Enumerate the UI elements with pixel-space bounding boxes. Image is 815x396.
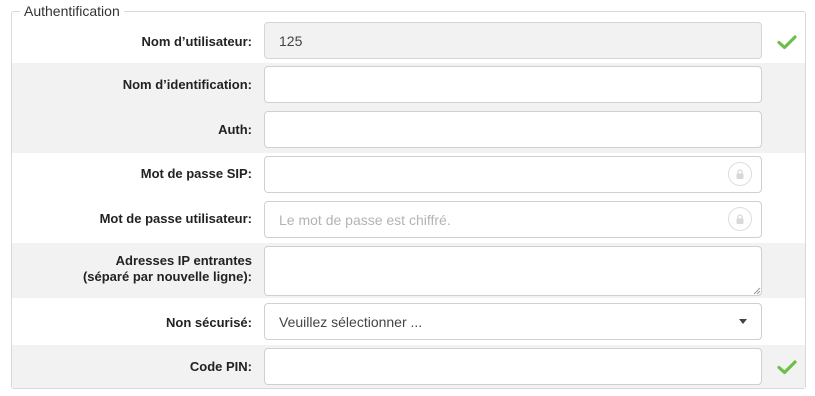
row-incoming-ips: Adresses IP entrantes (séparé par nouvel… (12, 243, 805, 298)
insecure-selected-value: Veuillez sélectionner ... (279, 313, 423, 330)
identification-name-label: Nom d’identification: (122, 77, 252, 92)
check-icon (777, 35, 797, 50)
incoming-ips-textarea[interactable] (264, 246, 762, 296)
auth-input[interactable] (264, 111, 762, 148)
incoming-ips-label-line1: Adresses IP entrantes (115, 253, 252, 268)
row-pin-code: Code PIN: (12, 345, 805, 388)
row-group-passwords: Mot de passe SIP: Mot de passe utilisate… (12, 153, 805, 243)
sip-password-input[interactable] (264, 156, 762, 193)
user-password-input[interactable] (264, 201, 762, 238)
incoming-ips-label-line2: (séparé par nouvelle ligne): (82, 269, 252, 284)
sip-password-label: Mot de passe SIP: (140, 166, 252, 181)
pin-code-input[interactable] (264, 348, 762, 385)
insecure-label: Non sécurisé: (166, 315, 252, 330)
user-password-label: Mot de passe utilisateur: (99, 211, 252, 226)
identification-name-input[interactable] (264, 66, 762, 103)
pin-code-label: Code PIN: (189, 359, 252, 374)
fieldset-legend: Authentification (20, 3, 124, 19)
insecure-select[interactable]: Veuillez sélectionner ... (264, 303, 762, 340)
row-username: Nom d’utilisateur: (12, 20, 805, 63)
auth-label: Auth: (218, 122, 252, 137)
caret-down-icon (739, 319, 747, 324)
row-group-identification: Nom d’identification: Auth: (12, 63, 805, 153)
lock-icon[interactable] (728, 207, 752, 231)
check-icon (777, 360, 797, 375)
username-input[interactable] (264, 22, 762, 59)
lock-icon[interactable] (728, 162, 752, 186)
username-label: Nom d’utilisateur: (141, 34, 252, 49)
resize-grip-icon[interactable] (753, 287, 761, 295)
row-insecure: Non sécurisé: Veuillez sélectionner ... (12, 298, 805, 345)
